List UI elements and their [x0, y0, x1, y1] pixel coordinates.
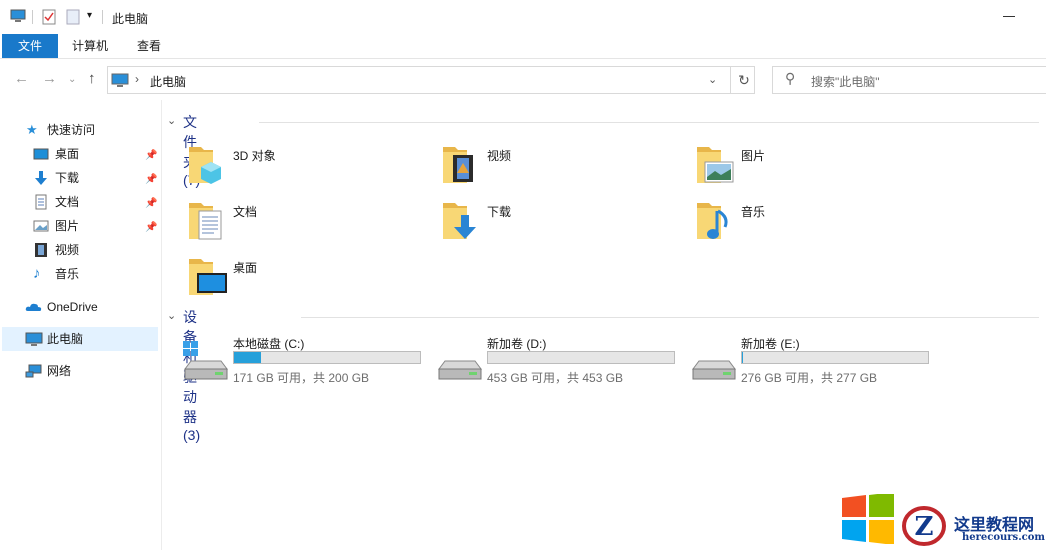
- pin-icon[interactable]: 📌: [145, 150, 157, 161]
- music-folder-icon: [697, 203, 728, 239]
- properties-icon[interactable]: [42, 9, 56, 25]
- pictures-folder-icon: [697, 147, 734, 183]
- window-title: 此电脑: [112, 12, 149, 26]
- drive-space-info: 171 GB 可用，共 200 GB: [233, 371, 370, 385]
- z-logo-icon: Z: [902, 506, 946, 546]
- watermark-logo: Z 这里教程网 herecours.com: [838, 490, 1046, 550]
- desktop-folder-icon: [189, 259, 227, 295]
- folder-downloads[interactable]: 下载: [441, 199, 681, 249]
- up-button[interactable]: ↑: [88, 70, 96, 87]
- folder-name: 图片: [741, 149, 766, 163]
- folder-documents[interactable]: 文档: [187, 199, 427, 249]
- picture-icon: [33, 220, 49, 232]
- folder-name: 下载: [487, 205, 512, 219]
- this-pc-icon: [111, 73, 129, 87]
- onedrive-icon: [25, 303, 42, 311]
- divider: [301, 317, 1039, 318]
- drive-usage-fill: [234, 352, 261, 363]
- drive-name: 本地磁盘 (C:): [233, 337, 305, 351]
- windows-logo-icon: [842, 494, 894, 544]
- desktop-icon: [33, 148, 49, 160]
- search-placeholder: 搜索"此电脑": [811, 75, 880, 89]
- watermark-url: herecours.com: [962, 532, 1046, 543]
- downloads-folder-icon: [443, 203, 476, 239]
- download-icon: [35, 171, 47, 185]
- drive-usage-bar: [233, 351, 421, 364]
- videos-folder-icon: [443, 147, 473, 183]
- this-pc-icon: [25, 332, 43, 346]
- navigation-bar: ← → ⌄ ↑ › 此电脑 ⌄ ↻ ⚲ 搜索"此电脑": [0, 62, 1046, 98]
- folder-3d-objects[interactable]: 3D 对象: [187, 143, 427, 193]
- music-icon: ♪: [33, 265, 41, 282]
- breadcrumb-this-pc[interactable]: 此电脑: [150, 73, 186, 90]
- search-icon: ⚲: [785, 70, 796, 86]
- drive-space-info: 453 GB 可用，共 453 GB: [487, 371, 624, 385]
- drive-c[interactable]: 本地磁盘 (C:) 171 GB 可用，共 200 GB: [183, 335, 433, 385]
- folder-name: 视频: [487, 149, 512, 163]
- chevron-down-icon[interactable]: ⌄: [167, 114, 176, 127]
- this-pc-icon: [10, 9, 26, 22]
- search-input[interactable]: ⚲ 搜索"此电脑": [772, 66, 1046, 94]
- drive-usage-fill: [742, 352, 743, 363]
- folder-desktop[interactable]: 桌面: [187, 255, 427, 305]
- folder-music[interactable]: 音乐: [695, 199, 935, 249]
- folder-videos[interactable]: 视频: [441, 143, 681, 193]
- customize-toolbar-icon[interactable]: ▾: [87, 10, 92, 21]
- drive-icon: [438, 360, 482, 380]
- document-icon: [35, 194, 47, 210]
- refresh-button[interactable]: ↻: [730, 66, 757, 94]
- video-icon: [35, 243, 47, 257]
- chevron-down-icon[interactable]: ⌄: [708, 73, 717, 86]
- drive-name: 新加卷 (D:): [487, 337, 547, 351]
- forward-button[interactable]: →: [42, 70, 57, 87]
- breadcrumb-separator: ›: [135, 72, 139, 86]
- folder-name: 文档: [233, 205, 258, 219]
- pin-icon[interactable]: 📌: [145, 198, 157, 209]
- folder-name: 桌面: [233, 261, 258, 275]
- network-icon: [25, 364, 42, 378]
- pin-icon[interactable]: 📌: [145, 222, 157, 233]
- back-button[interactable]: ←: [14, 70, 29, 87]
- drive-space-info: 276 GB 可用，共 277 GB: [741, 371, 878, 385]
- drive-usage-bar: [741, 351, 929, 364]
- folder-pictures[interactable]: 图片: [695, 143, 935, 193]
- system-drive-icon: [183, 341, 228, 380]
- drive-e[interactable]: 新加卷 (E:) 276 GB 可用，共 277 GB: [691, 335, 941, 385]
- chevron-down-icon[interactable]: ⌄: [167, 309, 176, 322]
- folder-name: 音乐: [741, 205, 766, 219]
- minimize-button[interactable]: [1003, 16, 1015, 17]
- drive-name: 新加卷 (E:): [741, 337, 800, 351]
- tab-computer[interactable]: 计算机: [62, 34, 118, 58]
- star-icon: ★: [26, 122, 38, 137]
- new-folder-icon[interactable]: [66, 9, 80, 25]
- drive-icon: [692, 360, 736, 380]
- drive-usage-bar: [487, 351, 675, 364]
- drive-d[interactable]: 新加卷 (D:) 453 GB 可用，共 453 GB: [437, 335, 687, 385]
- title-bar: ▾ 此电脑: [0, 0, 1046, 34]
- 3d-objects-folder-icon: [189, 147, 221, 184]
- tab-view[interactable]: 查看: [122, 34, 176, 58]
- navigation-pane: ★ 快速访问 桌面 📌 下载 📌 文档 📌 图片 📌 视频 ♪ 音乐 OneDr…: [0, 100, 162, 550]
- ribbon-tabs: 文件 计算机 查看: [0, 34, 1046, 59]
- recent-locations-icon[interactable]: ⌄: [68, 74, 76, 85]
- address-bar[interactable]: › 此电脑 ⌄ ↻: [107, 66, 755, 94]
- documents-folder-icon: [189, 203, 222, 240]
- divider: [259, 122, 1039, 123]
- tab-file[interactable]: 文件: [2, 34, 58, 58]
- folder-name: 3D 对象: [233, 149, 276, 163]
- svg-text:Z: Z: [915, 512, 934, 542]
- pin-icon[interactable]: 📌: [145, 174, 157, 185]
